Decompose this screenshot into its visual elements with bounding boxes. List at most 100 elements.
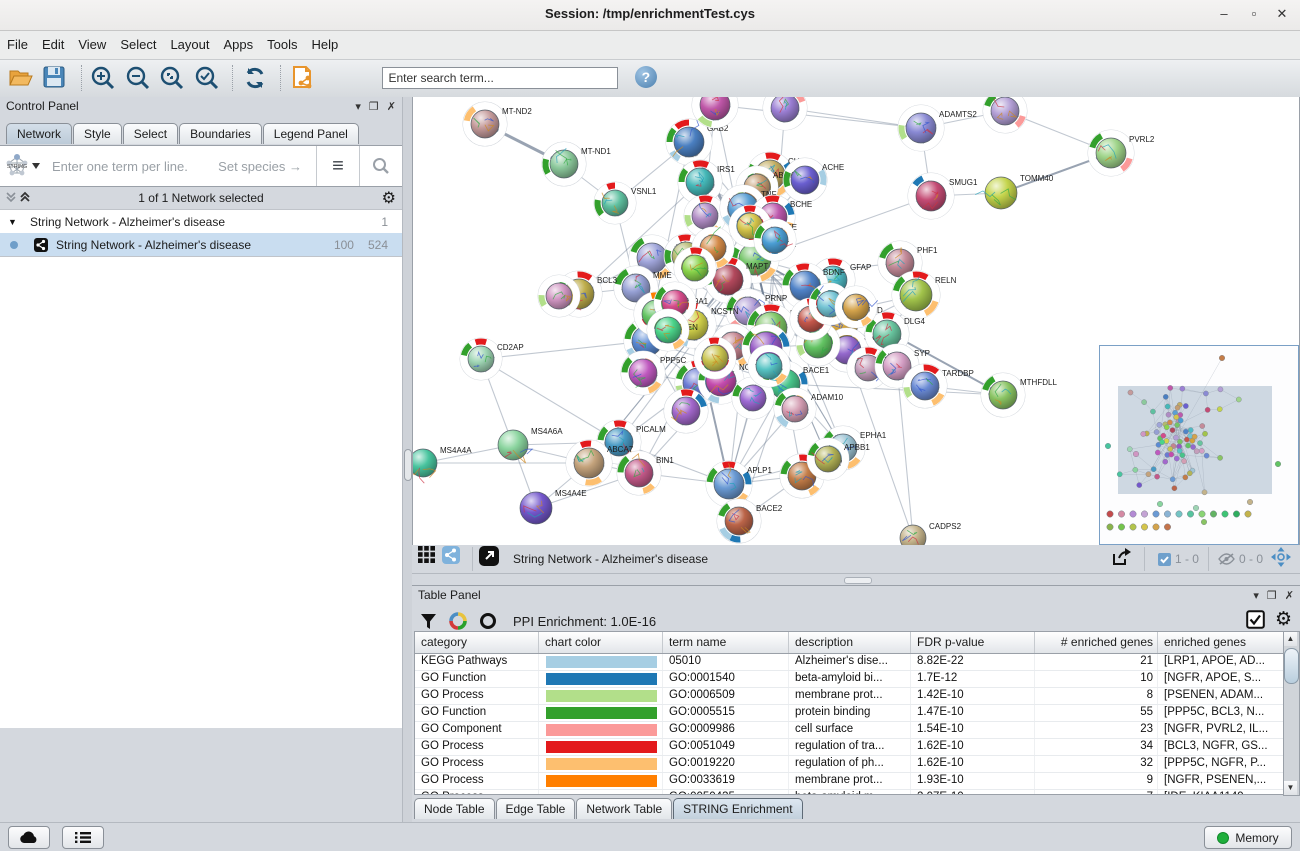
table-row[interactable]: GO ProcessGO:0050435beta-amyloid m...2.0… [415,790,1286,794]
filter-icon[interactable] [420,613,437,630]
network-canvas[interactable]: MT-ND2MT-ND1VSNL1GAB2IRS1CHATABCA1ACHEIL… [412,97,1300,546]
string-search-button[interactable] [359,146,402,186]
horizontal-splitter[interactable] [412,574,1300,585]
table-settings-gear-icon[interactable]: ⚙ [1275,608,1292,631]
table-row[interactable]: GO ProcessGO:0051049regulation of tra...… [415,739,1286,756]
table-row[interactable]: GO FunctionGO:0005515protein binding1.47… [415,705,1286,722]
tab-style[interactable]: Style [73,123,122,144]
protein-node[interactable] [664,389,708,433]
protein-node[interactable]: MT-ND2 [463,102,532,146]
protein-node[interactable]: MS4A4A [413,446,472,483]
birdseye-overview[interactable] [1099,345,1299,545]
column-header-description[interactable]: description [789,632,911,653]
panel-close-icon[interactable]: ✗ [1285,590,1296,602]
network-options-gear-icon[interactable]: ⚙ [382,188,396,208]
navigator-icon[interactable] [1270,546,1296,573]
open-file-icon[interactable] [8,65,38,92]
menu-item-apps[interactable]: Apps [217,31,261,52]
menu-item-select[interactable]: Select [113,31,163,52]
open-in-window-icon[interactable] [479,546,505,573]
divider-grip[interactable] [404,449,412,481]
column-header-term-name[interactable]: term name [663,632,789,653]
protein-node[interactable] [983,97,1027,133]
protein-node[interactable] [694,337,736,379]
minimize-button[interactable]: – [1210,4,1238,24]
grid-view-icon[interactable] [418,546,442,573]
zoom-selected-icon[interactable] [194,65,224,92]
panel-menu-icon[interactable]: ▾ [1253,590,1261,602]
table-row[interactable]: GO ComponentGO:0009986cell surface1.54E-… [415,722,1286,739]
menu-item-help[interactable]: Help [305,31,346,52]
table-row[interactable]: KEGG Pathways05010Alzheimer's dise...8.8… [415,654,1286,671]
protein-node[interactable]: ADAMTS2 [898,105,977,151]
help-icon[interactable]: ? [635,66,657,88]
network-collection-row[interactable]: ▼ String Network - Alzheimer's disease 1 [0,210,402,233]
scrollbar-thumb[interactable] [1284,648,1299,684]
species-hint[interactable]: Set species → [218,159,302,174]
string-query-input[interactable]: Enter one term per line. Set species → [44,146,316,186]
menu-item-edit[interactable]: Edit [35,31,71,52]
protein-node[interactable] [647,309,689,351]
tree-expand-icon[interactable]: ▼ [8,217,22,227]
column-header-enriched-genes[interactable]: enriched genes [1158,632,1286,653]
tab-edge-table[interactable]: Edge Table [496,798,576,819]
table-row[interactable]: GO ProcessGO:0006509membrane prot...1.42… [415,688,1286,705]
protein-node[interactable]: ACHE [783,158,844,202]
protein-node[interactable] [763,97,807,130]
tab-network-table[interactable]: Network Table [576,798,672,819]
protein-node[interactable]: CD2AP [460,338,524,380]
panel-float-icon[interactable]: ❐ [1267,590,1279,602]
panel-close-icon[interactable]: ✗ [387,101,398,113]
menu-item-file[interactable]: File [0,31,35,52]
network-import-icon[interactable] [290,65,320,92]
panel-menu-icon[interactable]: ▾ [355,101,363,113]
protein-node[interactable] [538,275,580,317]
protein-node[interactable]: PVRL2 [1088,130,1155,176]
search-input[interactable] [382,67,618,89]
zoom-fit-icon[interactable] [159,65,189,92]
protein-node[interactable]: VSNL1 [594,182,657,224]
string-view-icon[interactable] [442,546,466,573]
protein-node[interactable]: MT-ND1 [542,142,611,186]
protein-node[interactable]: SMUG1 [908,173,978,219]
refresh-icon[interactable] [242,65,272,92]
scroll-down-icon[interactable]: ▼ [1284,781,1297,795]
tab-legend-panel[interactable]: Legend Panel [263,123,359,144]
splitter-handle[interactable] [844,577,872,584]
protein-node[interactable]: BACE2 [717,499,783,543]
protein-node[interactable]: CADPS2 [900,522,962,545]
network-row[interactable]: String Network - Alzheimer's disease 100… [0,233,402,256]
scroll-up-icon[interactable]: ▲ [1284,632,1297,646]
tab-network[interactable]: Network [6,123,72,144]
table-row[interactable]: GO ProcessGO:0019220regulation of ph...1… [415,756,1286,773]
string-options-button[interactable]: ≡ [316,146,359,186]
table-scrollbar[interactable]: ▲ ▼ [1283,631,1300,796]
menu-item-layout[interactable]: Layout [163,31,216,52]
zoom-out-icon[interactable] [125,65,155,92]
menu-item-tools[interactable]: Tools [260,31,304,52]
tab-select[interactable]: Select [123,123,178,144]
protein-node[interactable] [748,345,790,387]
task-list-button[interactable] [62,826,104,849]
chart-color-icon[interactable] [449,612,467,630]
export-network-icon[interactable] [1110,546,1138,573]
tab-node-table[interactable]: Node Table [414,798,495,819]
protein-node[interactable]: BIN1 [617,451,674,495]
protein-node[interactable]: RELN [892,271,957,319]
menu-item-view[interactable]: View [71,31,113,52]
column-header-fdr-p-value[interactable]: FDR p-value [911,632,1035,653]
close-button[interactable]: ✕ [1268,4,1296,24]
maximize-button[interactable]: ▫ [1240,4,1268,24]
column-header--enriched-genes[interactable]: # enriched genes [1035,632,1158,653]
zoom-in-icon[interactable] [90,65,120,92]
column-header-category[interactable]: category [415,632,539,653]
protein-node[interactable]: MTHFDLL [981,373,1057,417]
tab-boundaries[interactable]: Boundaries [179,123,262,144]
string-logo-icon[interactable]: STRING [0,146,44,186]
select-all-icon[interactable] [1246,610,1265,629]
table-row[interactable]: GO ProcessGO:0033619membrane prot...1.93… [415,773,1286,790]
memory-button[interactable]: Memory [1204,826,1292,849]
panel-float-icon[interactable]: ❐ [369,101,381,113]
ring-chart-icon[interactable] [479,612,497,630]
table-row[interactable]: GO FunctionGO:0001540beta-amyloid bi...1… [415,671,1286,688]
